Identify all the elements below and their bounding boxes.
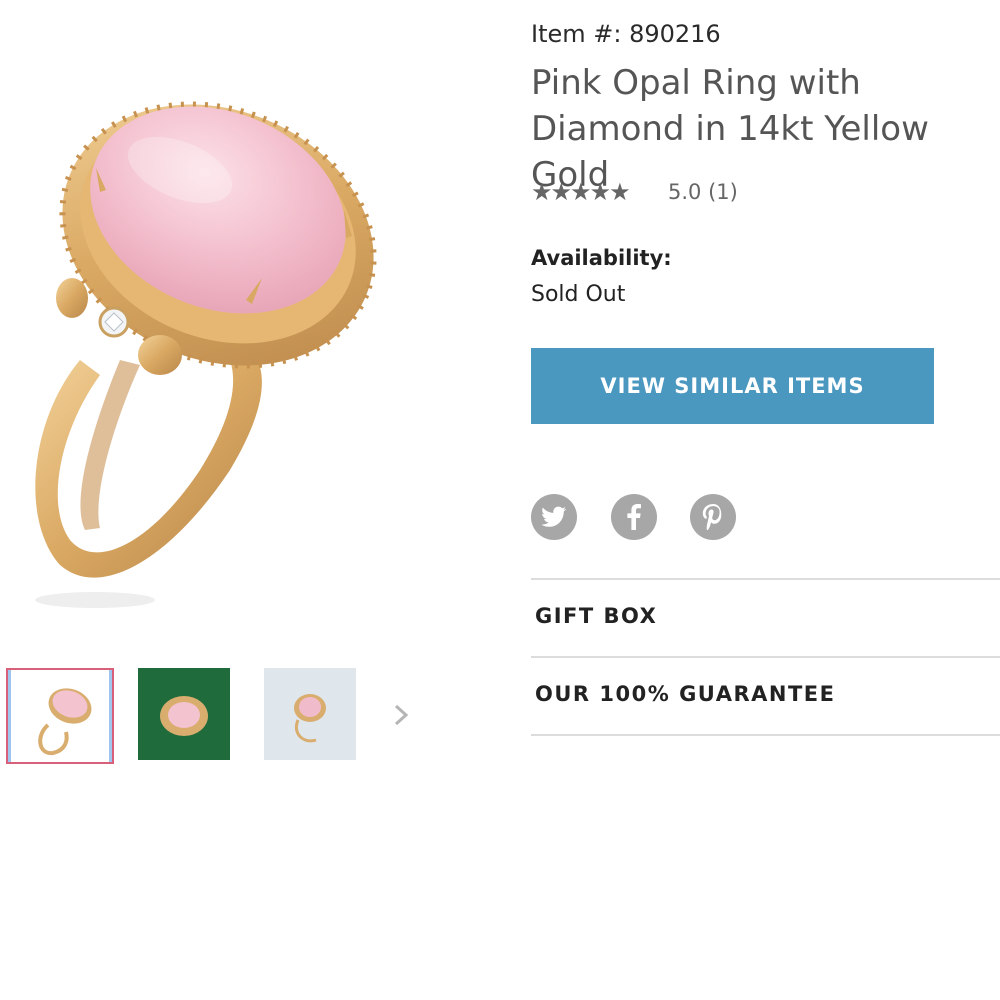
availability-value: Sold Out <box>531 282 626 307</box>
facebook-icon[interactable] <box>611 494 657 540</box>
availability-label: Availability: <box>531 246 672 270</box>
view-similar-items-button[interactable]: VIEW SIMILAR ITEMS <box>531 348 934 424</box>
divider <box>531 734 1000 736</box>
item-number: Item #: 890216 <box>531 20 721 48</box>
pinterest-icon[interactable] <box>690 494 736 540</box>
thumbnail-1[interactable] <box>6 668 114 764</box>
gift-box-accordion[interactable]: GIFT BOX <box>535 604 657 628</box>
star-rating-icon[interactable]: ★★★★★ <box>531 178 631 206</box>
rating-summary[interactable]: 5.0 (1) <box>668 180 738 204</box>
twitter-icon[interactable] <box>531 494 577 540</box>
thumbnail-2[interactable] <box>138 668 230 760</box>
guarantee-accordion[interactable]: OUR 100% GUARANTEE <box>535 682 835 706</box>
main-product-image[interactable] <box>0 0 500 650</box>
chevron-right-icon[interactable] <box>388 700 414 730</box>
divider <box>531 578 1000 580</box>
thumbnail-3[interactable] <box>264 668 356 760</box>
divider <box>531 656 1000 658</box>
